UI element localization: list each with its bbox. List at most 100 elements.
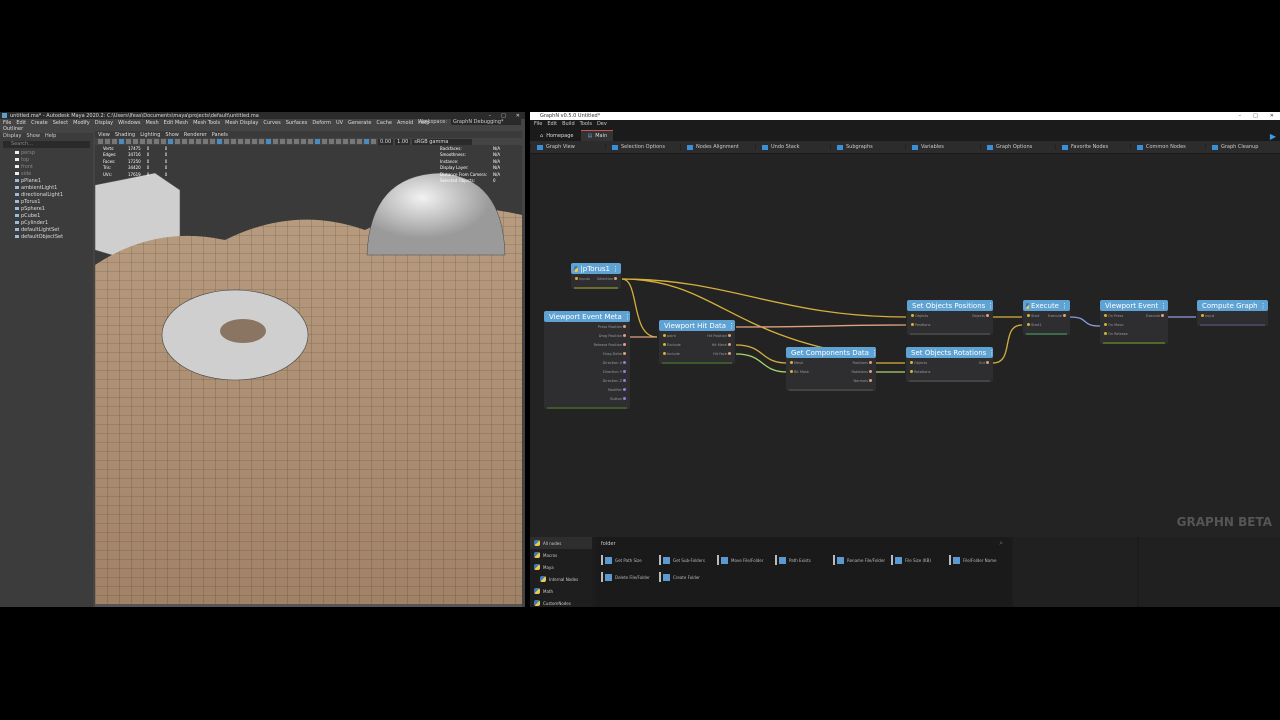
menu-item[interactable]: File: [3, 120, 11, 126]
toolbar-icon[interactable]: [343, 139, 348, 144]
menu-item[interactable]: Arnold: [397, 120, 413, 126]
maximize-icon[interactable]: □: [1253, 113, 1258, 119]
outliner-item[interactable]: pCylinder1: [0, 219, 93, 226]
output-port[interactable]: Modifier: [608, 387, 627, 392]
node-menu-icon[interactable]: ⋮: [988, 349, 997, 357]
toolbar-icon[interactable]: [245, 139, 250, 144]
toolbar-icon[interactable]: [280, 139, 285, 144]
node-menu-icon[interactable]: ⋮: [1061, 302, 1070, 310]
port-dot[interactable]: [910, 369, 913, 373]
toolbar-graph-cleanup[interactable]: Graph Cleanup: [1205, 144, 1280, 150]
output-port[interactable]: Direction Y: [603, 369, 627, 374]
menu-item[interactable]: Deform: [312, 120, 331, 126]
close-icon[interactable]: ✕: [1270, 113, 1274, 119]
menu-item[interactable]: UV: [336, 120, 343, 126]
toolbar-icon[interactable]: [126, 139, 131, 144]
menu-item[interactable]: Cache: [376, 120, 392, 126]
output-port[interactable]: Positions: [853, 360, 873, 365]
toolbar-icon[interactable]: [105, 139, 110, 144]
library-node-tile[interactable]: Get Path Size: [601, 555, 642, 565]
output-port[interactable]: Normals: [854, 378, 874, 383]
port-dot[interactable]: [1027, 322, 1030, 326]
toolbar-icon[interactable]: [329, 139, 334, 144]
node-menu-icon[interactable]: ⋮: [612, 265, 621, 273]
output-port[interactable]: Out: [979, 360, 990, 365]
toolbar-icon[interactable]: [266, 139, 271, 144]
menu-item[interactable]: Create: [31, 120, 48, 126]
input-port[interactable]: Rotations: [909, 369, 930, 374]
library-category[interactable]: CustomNodes: [530, 597, 592, 609]
port-dot[interactable]: [663, 333, 666, 337]
port-dot[interactable]: [623, 369, 626, 373]
outliner-item[interactable]: ambientLight1: [0, 184, 93, 191]
library-node-tile[interactable]: File/Folder Name: [949, 555, 996, 565]
menu-item[interactable]: Select: [53, 120, 68, 126]
port-dot[interactable]: [623, 360, 626, 364]
toolbar-icon[interactable]: [224, 139, 229, 144]
menu-item[interactable]: Mesh Display: [225, 120, 258, 126]
input-port[interactable]: Bit Mask: [789, 369, 809, 374]
maximize-icon[interactable]: □: [501, 113, 506, 119]
port-dot[interactable]: [911, 322, 914, 326]
output-port[interactable]: Drag Position: [599, 333, 627, 338]
input-port[interactable]: On Move: [1103, 322, 1123, 327]
node-menu-icon[interactable]: ⋮: [1260, 302, 1269, 310]
menu-item[interactable]: Help: [45, 133, 56, 140]
toolbar-common-nodes[interactable]: Common Nodes: [1130, 144, 1205, 150]
toolbar-icon[interactable]: [154, 139, 159, 144]
toolbar-nodes-alignment[interactable]: Nodes Alignment: [680, 144, 755, 150]
menu-item[interactable]: Curves: [263, 120, 280, 126]
library-node-tile[interactable]: Rename File/Folder: [833, 555, 885, 565]
toolbar-icon[interactable]: [196, 139, 201, 144]
toolbar-icon[interactable]: [161, 139, 166, 144]
toolbar-icon[interactable]: [210, 139, 215, 144]
window-controls[interactable]: – □ ✕: [1239, 113, 1280, 119]
input-port[interactable]: Inputs: [574, 276, 590, 281]
library-category[interactable]: Internal Nodes: [530, 573, 592, 585]
port-dot[interactable]: [575, 276, 578, 280]
menu-item[interactable]: View: [98, 132, 110, 138]
toolbar-icon[interactable]: [371, 139, 376, 144]
menu-item[interactable]: Show: [165, 132, 179, 138]
toolbar-undo-stack[interactable]: Undo Stack: [755, 144, 830, 150]
toolbar-graph-view[interactable]: Graph View: [530, 144, 605, 150]
window-controls[interactable]: – □ ✕: [489, 113, 525, 119]
node-set-objects-positions[interactable]: Set Objects Positions ⋮ Objects Objects Posi…: [907, 300, 996, 335]
menu-item[interactable]: Mesh: [145, 120, 158, 126]
output-port[interactable]: Press Position: [598, 324, 627, 329]
output-port[interactable]: Selection: [597, 276, 618, 281]
node-menu-icon[interactable]: ⋮: [987, 302, 996, 310]
output-port[interactable]: Objects: [972, 313, 990, 318]
toolbar-icon[interactable]: [315, 139, 320, 144]
node-get-components-data[interactable]: Get Components Data ⋮ Mesh Positions Bit Mas…: [786, 347, 878, 391]
port-dot[interactable]: [663, 351, 666, 355]
outliner-item[interactable]: pCube1: [0, 212, 93, 219]
tab-main[interactable]: ▤ Main: [581, 130, 614, 141]
toolbar-icon[interactable]: [322, 139, 327, 144]
port-dot[interactable]: [986, 313, 989, 317]
outliner-item[interactable]: top: [0, 156, 93, 163]
toolbar-icon[interactable]: [98, 139, 103, 144]
library-category[interactable]: Macros: [530, 549, 592, 561]
outliner-item[interactable]: persp: [0, 149, 93, 156]
menu-item[interactable]: Dev: [597, 121, 607, 127]
output-port[interactable]: Execute: [1048, 313, 1067, 318]
menu-item[interactable]: Renderer: [184, 132, 207, 138]
node-menu-icon[interactable]: ⋮: [871, 349, 880, 357]
menu-item[interactable]: Modify: [73, 120, 90, 126]
menu-item[interactable]: Display: [95, 120, 113, 126]
minimize-icon[interactable]: –: [489, 113, 492, 119]
menu-item[interactable]: Edit: [547, 121, 557, 127]
port-dot[interactable]: [623, 324, 626, 328]
search-icon[interactable]: ⌕: [999, 539, 1003, 548]
outliner-item[interactable]: side: [0, 170, 93, 177]
port-dot[interactable]: [728, 351, 731, 355]
toolbar-icon[interactable]: [231, 139, 236, 144]
input-port[interactable]: Include: [662, 351, 680, 356]
toolbar-favorite-nodes[interactable]: Favorite Nodes: [1055, 144, 1130, 150]
output-port[interactable]: Release Position: [594, 342, 627, 347]
run-icon[interactable]: ▶: [1270, 132, 1280, 141]
port-dot[interactable]: [910, 360, 913, 364]
menu-item[interactable]: Generate: [348, 120, 371, 126]
colorspace-dropdown[interactable]: sRGB gamma: [412, 138, 473, 145]
